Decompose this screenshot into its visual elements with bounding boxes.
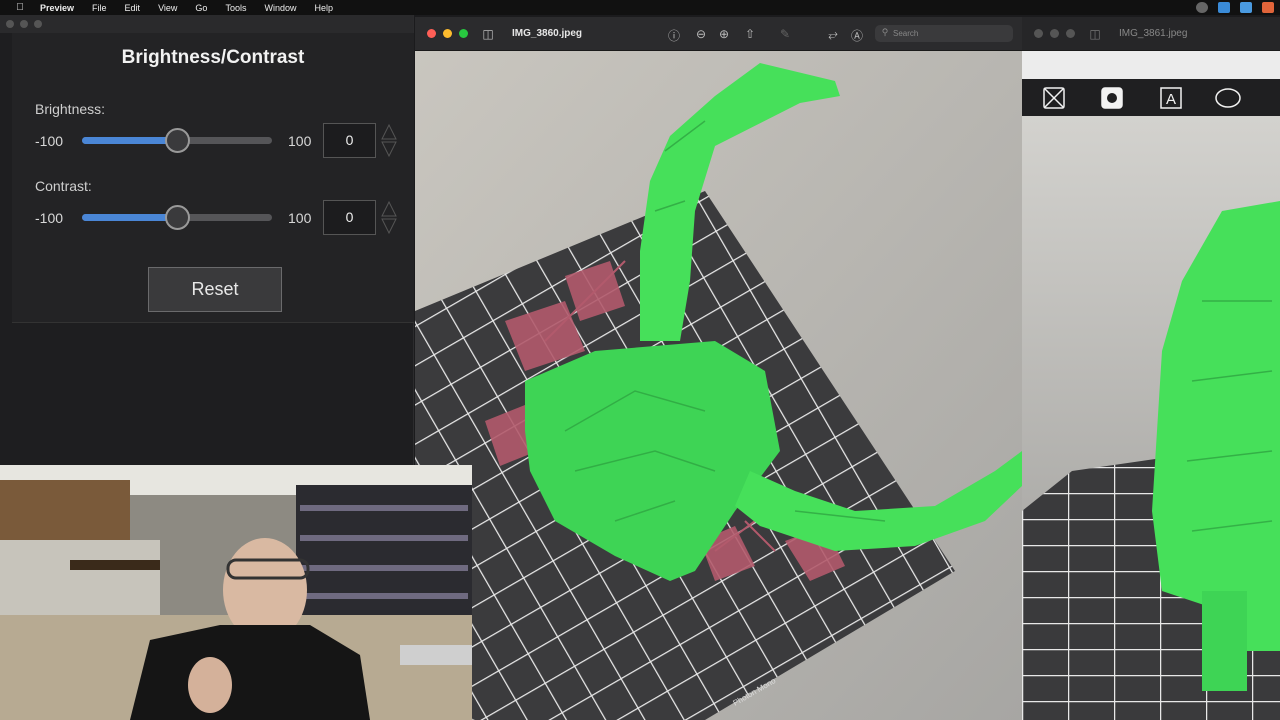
menu-edit[interactable]: Edit (125, 3, 141, 13)
preview-window-img3860: ◫ IMG_3860.jpeg ⓘ ⊖ ⊕ ⇧ ✎ ⥂ Ⓐ Search ⚲ P… (415, 17, 1022, 720)
brightness-slider-fill (82, 137, 177, 144)
menu-file[interactable]: File (92, 3, 107, 13)
annotate-icon[interactable]: Ⓐ (850, 27, 864, 44)
contrast-slider-fill (82, 214, 177, 221)
photo-3d-print-preview: Photon Mono (415, 51, 1022, 720)
zoom-button-2[interactable] (1066, 29, 1075, 38)
brightness-label: Brightness: (35, 101, 106, 117)
window-zoom-button[interactable] (34, 20, 42, 28)
window-title-strip (0, 15, 413, 33)
close-button-2[interactable] (1034, 29, 1043, 38)
minimize-button[interactable] (443, 29, 452, 38)
brightness-value-field[interactable]: 0 (323, 123, 376, 158)
tray-icon-2[interactable] (1218, 2, 1230, 13)
sidebar-icon-2[interactable]: ◫ (1088, 27, 1102, 41)
search-icon: ⚲ (881, 27, 889, 37)
minimize-button-2[interactable] (1050, 29, 1059, 38)
brightness-slider[interactable] (82, 128, 272, 153)
brightness-contrast-window: Brightness/Contrast Brightness: -100 100… (0, 15, 414, 465)
panel-title: Brightness/Contrast (121, 47, 305, 68)
preview2-toolbar: ◫ IMG_3861.jpeg (1022, 17, 1280, 51)
webcam-video (0, 465, 472, 720)
menu-help[interactable]: Help (314, 3, 333, 13)
preview-window-img3861: ◫ IMG_3861.jpeg A (1022, 17, 1280, 720)
document-title-2: IMG_3861.jpeg (1119, 28, 1188, 39)
menu-app-name[interactable]: Preview (40, 3, 74, 13)
tray-icon-1[interactable] (1196, 2, 1208, 13)
brightness-slider-knob[interactable] (165, 128, 190, 153)
window-close-button[interactable] (6, 20, 14, 28)
brightness-max-label: 100 (288, 133, 312, 149)
zoom-button[interactable] (459, 29, 468, 38)
rotate-icon[interactable]: ⥂ (826, 27, 840, 42)
photo-viewport-2[interactable]: A (1022, 51, 1280, 720)
close-button[interactable] (427, 29, 436, 38)
brightness-min-label: -100 (35, 133, 64, 149)
contrast-slider-knob[interactable] (165, 205, 190, 230)
photo-viewport[interactable]: Photon Mono (415, 51, 1022, 720)
svg-text:A: A (1166, 91, 1176, 108)
traffic-lights (427, 29, 468, 38)
zoom-out-icon[interactable]: ⊖ (694, 27, 708, 41)
traffic-lights-inactive (1034, 29, 1075, 38)
window-minimize-button[interactable] (20, 20, 28, 28)
contrast-stepper-icon[interactable] (380, 200, 398, 235)
preview-toolbar: ◫ IMG_3860.jpeg ⓘ ⊖ ⊕ ⇧ ✎ ⥂ Ⓐ Search ⚲ (415, 17, 1022, 51)
sidebar-icon[interactable]: ◫ (481, 27, 495, 41)
document-title: IMG_3860.jpeg (512, 28, 583, 39)
photo-3d-slicer-preview: A (1022, 51, 1280, 720)
markup-icon[interactable]: ✎ (778, 27, 792, 41)
search-placeholder: Search (893, 29, 919, 38)
menu-window[interactable]: Window (264, 3, 296, 13)
brightness-contrast-panel: Brightness/Contrast Brightness: -100 100… (12, 33, 414, 323)
zoom-in-icon[interactable]: ⊕ (717, 27, 731, 41)
tray-icon-3[interactable] (1240, 2, 1252, 13)
contrast-slider[interactable] (82, 205, 272, 230)
search-field[interactable]: Search (875, 25, 1013, 42)
contrast-value-field[interactable]: 0 (323, 200, 376, 235)
status-tray (1196, 2, 1274, 13)
menu-go[interactable]: Go (195, 3, 207, 13)
menu-bar:  Preview File Edit View Go Tools Window… (0, 0, 1280, 15)
menu-view[interactable]: View (158, 3, 177, 13)
webcam-overlay (0, 465, 472, 720)
reset-button[interactable]: Reset (148, 267, 282, 312)
contrast-max-label: 100 (288, 210, 312, 226)
menu-tools[interactable]: Tools (225, 3, 246, 13)
info-icon[interactable]: ⓘ (667, 27, 681, 44)
tray-icon-4[interactable] (1262, 2, 1274, 13)
apple-icon[interactable]:  (12, 2, 28, 13)
share-icon[interactable]: ⇧ (743, 27, 757, 41)
brightness-stepper-icon[interactable] (380, 123, 398, 158)
contrast-label: Contrast: (35, 178, 92, 194)
contrast-min-label: -100 (35, 210, 64, 226)
